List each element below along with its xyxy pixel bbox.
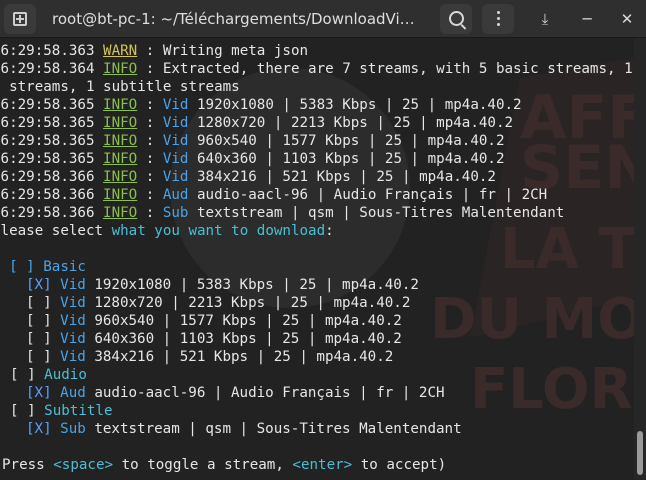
group-subtitle[interactable]: [ ] Subtitle	[0, 402, 634, 420]
log-level: INFO	[103, 61, 138, 77]
group-audio[interactable]: [ ] Audio	[0, 366, 634, 384]
terminal-output: 06:29:58.363 WARN : Writing meta json 06…	[0, 42, 634, 474]
stream-checkbox: [ ]	[26, 313, 52, 329]
stream-checkbox: [X]	[26, 277, 52, 293]
stream-option[interactable]: [ ] Vid 960x540 | 1577 Kbps | 25 | mp4a.…	[0, 312, 634, 330]
window-title: root@bt-pc-1: ~/Téléchargements/Download…	[52, 10, 424, 28]
stream-option[interactable]: [X] Sub textstream | qsm | Sous-Titres M…	[0, 420, 634, 438]
stream-checkbox: [X]	[26, 385, 52, 401]
log-line: 06:29:58.366 INFO : Vid 384x216 | 521 Kb…	[0, 169, 496, 185]
new-tab-button[interactable]	[4, 4, 36, 34]
log-line: o streams, 1 subtitle streams	[0, 79, 240, 95]
terminal-area[interactable]: AFF SEN LA T DU MO FLOR 06:29:58.363 WAR…	[0, 38, 634, 480]
group-basic[interactable]: > [ ] Basic	[0, 258, 634, 276]
search-icon	[449, 11, 464, 26]
help-footer: Press <space> to toggle a stream, <enter…	[2, 457, 447, 473]
title-bar: root@bt-pc-1: ~/Téléchargements/Download…	[0, 0, 646, 38]
search-button[interactable]	[440, 4, 472, 34]
stream-checkbox: [ ]	[26, 331, 52, 347]
log-line: 06:29:58.363 WARN : Writing meta json	[0, 43, 309, 59]
stream-option[interactable]: [X] Aud audio-aacl-96 | Audio Français |…	[0, 384, 634, 402]
kebab-menu-icon	[497, 11, 500, 27]
stream-option[interactable]: [ ] Vid 1280x720 | 2213 Kbps | 25 | mp4a…	[0, 294, 634, 312]
log-line: 06:29:58.365 INFO : Vid 960x540 | 1577 K…	[0, 133, 505, 149]
scrollbar-thumb[interactable]	[637, 431, 643, 475]
stream-checkbox: [ ]	[26, 349, 52, 365]
log-line: 06:29:58.365 INFO : Vid 640x360 | 1103 K…	[0, 151, 505, 167]
stream-checkbox: [ ]	[26, 295, 52, 311]
new-tab-icon	[13, 12, 27, 26]
log-level: WARN	[103, 43, 138, 59]
minimize-icon[interactable]: ─	[576, 8, 598, 30]
select-prompt: Please select what you want to download:	[0, 223, 334, 239]
log-line: 06:29:58.365 INFO : Vid 1280x720 | 2213 …	[0, 115, 514, 131]
stream-checkbox: [X]	[26, 421, 52, 437]
stream-option[interactable]: [X] Vid 1920x1080 | 5383 Kbps | 25 | mp4…	[0, 276, 634, 294]
close-icon[interactable]: ✕	[616, 8, 638, 30]
log-line: 06:29:58.365 INFO : Vid 1920x1080 | 5383…	[0, 97, 522, 113]
log-line: 06:29:58.366 INFO : Aud audio-aacl-96 | …	[0, 187, 548, 203]
download-icon[interactable]: ⤓	[534, 8, 556, 30]
scrollbar-track[interactable]	[634, 38, 646, 480]
stream-option[interactable]: [ ] Vid 384x216 | 521 Kbps | 25 | mp4a.4…	[0, 348, 634, 366]
stream-option[interactable]: [ ] Vid 640x360 | 1103 Kbps | 25 | mp4a.…	[0, 330, 634, 348]
log-line: 06:29:58.366 INFO : Sub textstream | qsm…	[0, 205, 565, 221]
menu-button[interactable]	[482, 4, 514, 34]
log-line: 06:29:58.364 INFO : Extracted, there are…	[0, 61, 634, 77]
